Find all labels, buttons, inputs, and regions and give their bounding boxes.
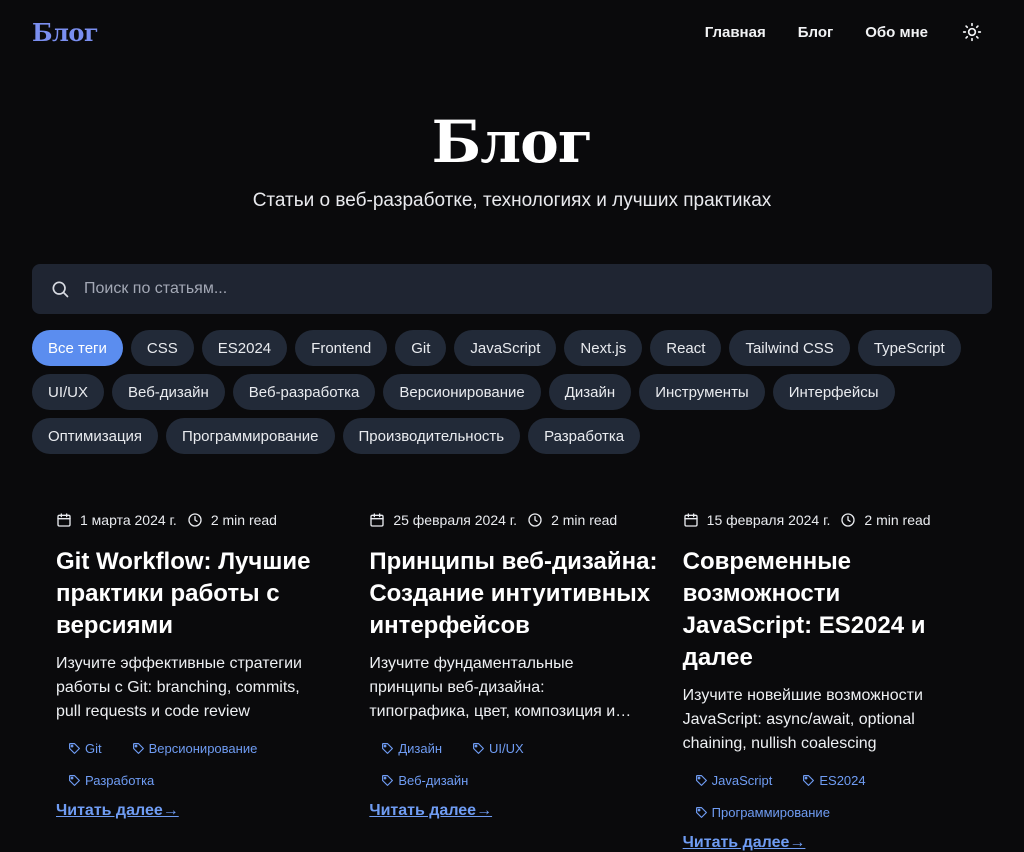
post-excerpt: Изучите фундаментальные принципы веб-диз…: [369, 655, 616, 720]
calendar-icon: [683, 513, 698, 527]
post-tag[interactable]: JavaScript: [683, 768, 785, 792]
clock-icon: [528, 513, 542, 527]
tag-filter-pill[interactable]: Программирование: [166, 418, 335, 454]
post-tag[interactable]: UI/UX: [460, 736, 536, 760]
search-icon: [52, 281, 69, 298]
nav-link-home[interactable]: Главная: [705, 24, 766, 41]
calendar-icon: [370, 513, 384, 527]
tag-icon: [132, 742, 144, 754]
post-tag[interactable]: Разработка: [56, 768, 166, 792]
post-tag-label: Разработка: [85, 772, 155, 788]
tag-icon: [473, 742, 485, 754]
post-tag-label: ES2024: [819, 772, 866, 788]
tag-filter-pill[interactable]: Frontend: [295, 330, 388, 366]
post-date: 15 февраля 2024 г.: [706, 512, 831, 528]
tag-filter-pill[interactable]: Инструменты: [639, 374, 765, 410]
post-meta: 1 марта 2024 г. 2 min read: [56, 508, 345, 532]
post-tag-label: Программирование: [711, 804, 830, 820]
post-meta: 25 февраля 2024 г. 2 min read: [369, 508, 658, 532]
post-date: 25 февраля 2024 г.: [393, 512, 518, 528]
tag-icon: [695, 806, 707, 818]
post-excerpt: Изучите новейшие возможности JavaScript:…: [682, 687, 923, 752]
post-tags: Дизайн UI/UX Веб-дизайн: [369, 736, 629, 792]
tag-filter-pill[interactable]: Веб-разработка: [232, 374, 376, 410]
post-tags: JavaScript ES2024 Программирование: [683, 768, 943, 824]
calendar-icon: [57, 513, 71, 527]
post-tag-label: JavaScript: [711, 772, 773, 788]
tag-icon: [382, 742, 394, 754]
post-tag-label: Версионирование: [148, 740, 258, 756]
tag-filter-pill[interactable]: Оптимизация: [32, 418, 159, 454]
post-title[interactable]: Современные возможности JavaScript: ES20…: [683, 546, 972, 674]
clock-icon: [841, 513, 856, 527]
tag-icon: [382, 774, 394, 786]
post-tag-label: Дизайн: [398, 740, 443, 756]
theme-toggle-button[interactable]: [960, 20, 984, 44]
tag-filter-pill[interactable]: ES2024: [201, 330, 288, 366]
tag-filter-pill[interactable]: React: [650, 330, 722, 366]
post-tag[interactable]: Версионирование: [120, 736, 270, 760]
read-more-link[interactable]: Читать далее→: [369, 802, 492, 820]
post-read-time: 2 min read: [864, 512, 931, 528]
tag-filter-pill[interactable]: Дизайн: [548, 374, 632, 410]
top-nav: Блог Главная Блог Обо мне: [0, 0, 1024, 64]
tag-icon: [69, 774, 80, 786]
tag-filter-pill[interactable]: UI/UX: [32, 374, 105, 410]
tag-filter-pill[interactable]: CSS: [130, 330, 194, 366]
page-subtitle: Статьи о веб-разработке, технологиях и л…: [252, 190, 772, 211]
post-tag-label: Git: [85, 740, 102, 756]
tag-filter-pill[interactable]: Git: [395, 330, 447, 366]
site-logo[interactable]: Блог: [32, 18, 99, 47]
tag-filter-pill[interactable]: Tailwind CSS: [729, 330, 850, 366]
post-read-time: 2 min read: [210, 512, 277, 528]
nav-link-blog[interactable]: Блог: [798, 24, 834, 41]
search-bar: [32, 264, 992, 314]
post-date: 1 марта 2024 г.: [80, 512, 177, 528]
post-tag[interactable]: Веб-дизайн: [369, 768, 480, 792]
post-tag[interactable]: Программирование: [683, 800, 842, 824]
post-tag-label: UI/UX: [489, 740, 524, 756]
post-card: 1 марта 2024 г. 2 min read Git Workflow: Л…: [56, 508, 369, 852]
post-title[interactable]: Принципы веб-дизайна: Создание интуитивн…: [369, 546, 658, 642]
sun-icon: [962, 22, 982, 42]
clock-icon: [188, 513, 202, 527]
tag-filter-pill[interactable]: Интерфейсы: [772, 374, 895, 410]
post-list: 1 марта 2024 г. 2 min read Git Workflow: Л…: [56, 508, 996, 852]
page-title: Блог: [431, 108, 594, 176]
post-read-time: 2 min read: [551, 512, 618, 528]
post-tag-label: Веб-дизайн: [398, 772, 469, 788]
tag-filter-pill[interactable]: Производительность: [342, 418, 521, 454]
tag-filter-list: Все теги CSS ES2024 Frontend Git JavaScript Ne…: [32, 330, 992, 454]
post-tag[interactable]: Git: [56, 736, 114, 760]
read-more-link[interactable]: Читать далее→: [683, 834, 806, 852]
tag-filter-pill[interactable]: TypeScript: [857, 330, 961, 366]
post-card: 15 февраля 2024 г. 2 min read Современные …: [683, 508, 996, 852]
tag-icon: [803, 774, 815, 786]
post-tag[interactable]: Дизайн: [369, 736, 454, 760]
tag-filter-pill[interactable]: JavaScript: [454, 330, 557, 366]
tag-filter-pill[interactable]: Разработка: [528, 418, 641, 454]
nav-link-about[interactable]: Обо мне: [865, 24, 928, 41]
post-tags: Git Версионирование Разработка: [56, 736, 316, 792]
post-meta: 15 февраля 2024 г. 2 min read: [683, 508, 972, 532]
post-card: 25 февраля 2024 г. 2 min read Принципы веб…: [369, 508, 682, 852]
tag-icon: [69, 742, 80, 754]
post-tag[interactable]: ES2024: [790, 768, 877, 792]
tag-filter-pill[interactable]: Версионирование: [383, 374, 541, 410]
tag-icon: [695, 774, 707, 786]
tag-filter-pill[interactable]: Next.js: [564, 330, 643, 366]
search-input[interactable]: [82, 264, 992, 314]
post-title[interactable]: Git Workflow: Лучшие практики работы с в…: [56, 546, 345, 642]
tag-filter-all[interactable]: Все теги: [32, 330, 123, 366]
tag-filter-pill[interactable]: Веб-дизайн: [112, 374, 225, 410]
post-excerpt: Изучите эффективные стратегии работы с G…: [56, 655, 302, 720]
nav-links: Главная Блог Обо мне: [705, 20, 984, 44]
read-more-link[interactable]: Читать далее→: [56, 802, 179, 820]
